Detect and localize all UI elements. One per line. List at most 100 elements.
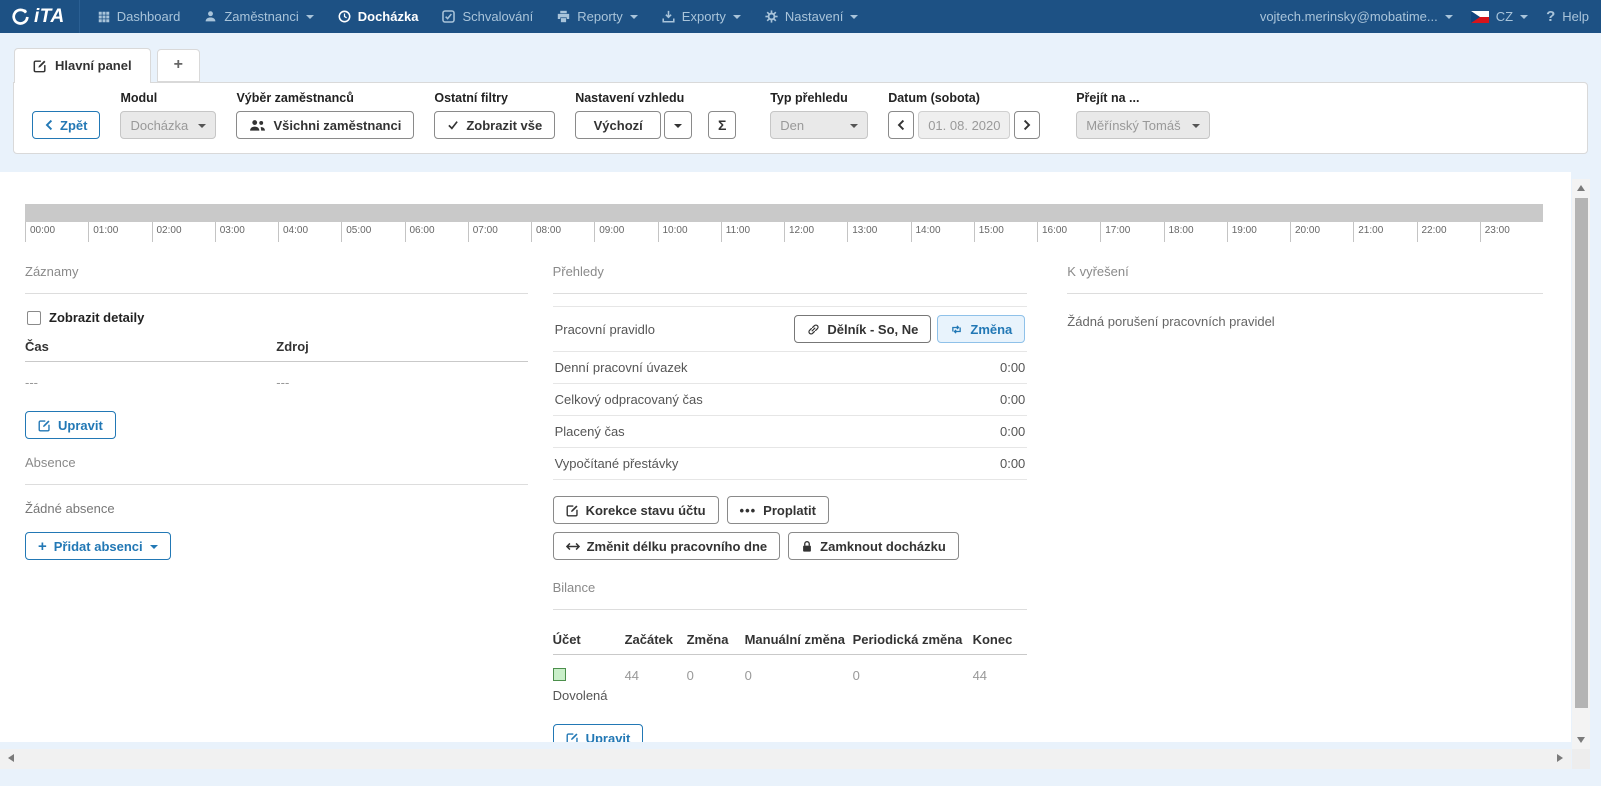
nav-label: Zaměstnanci [224,9,298,24]
lock-icon [801,540,813,553]
back-button[interactable]: Zpět [32,111,100,139]
balance-table: Účet Začátek Změna Manuální změna Period… [553,622,1028,716]
help-link[interactable]: ? Help [1546,8,1589,25]
goto-employee-select[interactable]: Měřínský Tomáš [1076,111,1210,139]
brand-text: iTA [34,6,65,28]
timeline-hour-label: 18:00 [1164,222,1227,242]
show-details-checkbox[interactable]: Zobrazit detaily [27,310,528,325]
records-table: Čas Zdroj --- --- [25,329,528,403]
nav-exporty[interactable]: Exporty [662,9,741,24]
goto-group: Přejít na ... Měřínský Tomáš [1076,91,1210,139]
chevron-left-icon [897,119,905,131]
scroll-down-arrow-icon[interactable] [1577,737,1585,743]
work-rule-button[interactable]: Dělník - So, Ne [794,315,931,343]
next-day-button[interactable] [1014,111,1040,139]
pencil-square-icon [566,732,579,743]
arrows-horizontal-icon [566,541,580,552]
edit-records-button[interactable]: Upravit [25,411,116,439]
balance-col: Změna [687,622,745,655]
goto-label: Přejít na ... [1076,91,1210,105]
scrollbar-corner [1572,749,1590,769]
account-color-swatch[interactable] [553,668,566,681]
timeline-hour-label: 05:00 [341,222,404,242]
vertical-scrollbar[interactable] [1572,179,1590,749]
account-correction-button[interactable]: Korekce stavu účtu [553,496,719,524]
timeline-hour-label: 02:00 [152,222,215,242]
work-rule-label: Pracovní pravidlo [555,322,655,337]
row-value: 0:00 [1000,424,1025,439]
records-column: Záznamy Zobrazit detaily Čas Zdroj --- -… [25,256,528,560]
sum-group: Σ [708,111,736,139]
appearance-button[interactable]: Výchozí [575,111,661,139]
timeline-hour-label: 16:00 [1037,222,1100,242]
nav-nastaveni[interactable]: Nastavení [765,9,859,24]
tab-hlavni-panel[interactable]: Hlavní panel [14,48,151,83]
plus-icon: + [38,538,47,555]
change-rule-button[interactable]: Změna [937,315,1025,343]
balance-col: Začátek [625,622,687,655]
balance-value: 0 [687,655,745,717]
overview-row: Placený čas 0:00 [553,415,1028,447]
date-input[interactable]: 01. 08. 2020 [918,111,1010,139]
timeline-bar[interactable] [25,204,1543,222]
table-row: Dovolená 44 0 0 0 44 [553,655,1028,717]
overview-column: Přehledy Pracovní pravidlo Dělník - So, … [553,256,1028,742]
timeline-hour-label: 07:00 [468,222,531,242]
czech-flag-icon [1471,11,1489,23]
pencil-square-icon [33,59,47,73]
date-group: Datum (sobota) 01. 08. 2020 [888,91,1040,139]
horizontal-scrollbar[interactable] [0,749,1571,769]
balance-title: Bilance [553,580,1028,595]
timeline-hour-label: 01:00 [88,222,151,242]
records-title: Záznamy [25,264,528,279]
show-all-button[interactable]: Zobrazit vše [434,111,555,139]
scroll-left-arrow-icon[interactable] [8,754,14,762]
nav-zamestnanci[interactable]: Zaměstnanci [204,9,313,24]
balance-col: Konec [973,622,1028,655]
app-logo[interactable]: iTA [0,0,80,33]
language-menu[interactable]: CZ [1471,9,1528,24]
absence-title: Absence [25,455,528,470]
nav-schvalovani[interactable]: Schvalování [442,9,533,24]
view-type-select[interactable]: Den [770,111,868,139]
scroll-up-arrow-icon[interactable] [1577,185,1585,191]
edit-balance-button[interactable]: Upravit [553,724,644,742]
balance-account-cell: Dovolená [553,655,625,717]
nav-dashboard[interactable]: Dashboard [98,9,181,24]
modul-select[interactable]: Docházka [120,111,216,139]
records-cell-zdroj: --- [276,362,527,404]
tab-strip: Hlavní panel + [0,33,1601,82]
timeline-hour-label: 21:00 [1353,222,1416,242]
employees-group: Výběr zaměstnanců Všichni zaměstnanci [236,91,414,139]
timeline-hour-label: 13:00 [847,222,910,242]
add-tab-button[interactable]: + [157,49,200,82]
appearance-dropdown-button[interactable] [664,111,692,139]
prev-day-button[interactable] [888,111,914,139]
sum-button[interactable]: Σ [708,111,736,139]
link-icon [807,323,820,336]
scroll-right-arrow-icon[interactable] [1557,754,1563,762]
nav-dochazka[interactable]: Docházka [338,9,419,24]
timeline-hour-label: 06:00 [405,222,468,242]
check-square-icon [442,10,455,23]
table-row: --- --- [25,362,528,404]
printer-icon [557,10,570,23]
timeline-hour-label: 04:00 [278,222,341,242]
records-col-cas: Čas [25,329,276,362]
user-menu[interactable]: vojtech.merinsky@mobatime... [1260,9,1453,24]
main-content: 00:0001:0002:0003:0004:0005:0006:0007:00… [0,172,1571,742]
checkbox-label: Zobrazit detaily [49,310,144,325]
change-workday-length-button[interactable]: Změnit délku pracovního dne [553,532,781,560]
view-type-label: Typ přehledu [770,91,868,105]
user-icon [204,10,217,23]
nav-reporty[interactable]: Reporty [557,9,638,24]
pay-out-button[interactable]: ••• Proplatit [727,496,829,524]
all-employees-button[interactable]: Všichni zaměstnanci [236,111,414,139]
balance-col: Manuální změna [745,622,853,655]
vertical-scroll-thumb[interactable] [1575,198,1588,708]
balance-value: 0 [853,655,973,717]
checkbox-icon[interactable] [27,311,41,325]
add-absence-button[interactable]: + Přidat absenci [25,532,171,560]
lock-attendance-button[interactable]: Zamknout docházku [788,532,959,560]
timeline-hour-label: 23:00 [1480,222,1543,242]
